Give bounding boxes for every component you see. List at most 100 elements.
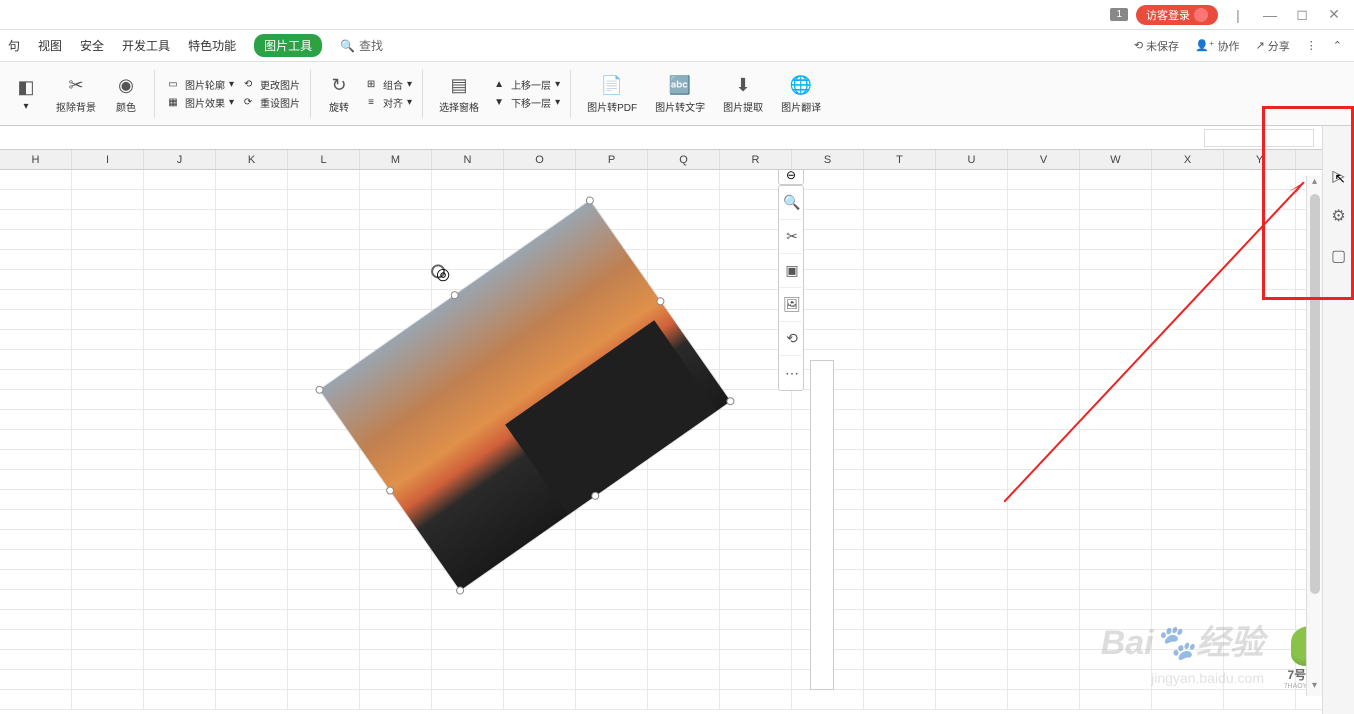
gallery-icon[interactable]: ▢ (1329, 246, 1349, 266)
search-box[interactable]: 🔍 查找 (340, 37, 383, 54)
ribbon-toolbar: ◧▾ ✂抠除背景 ◉颜色 ▭图片轮廓 ▾ ▦图片效果 ▾ ⟲更改图片 ⟳重设图片… (0, 62, 1354, 126)
scroll-thumb[interactable] (1310, 194, 1320, 594)
minimize-button[interactable]: — (1258, 3, 1282, 27)
settings-slider-icon[interactable]: ⚙ (1329, 206, 1349, 226)
col-header[interactable]: P (576, 150, 648, 169)
collapse-ribbon-icon[interactable]: ⌃ (1333, 39, 1342, 52)
bring-forward-tool[interactable]: ▲上移一层 ▾ (491, 77, 560, 93)
column-headers: H I J K L M N O P Q R S T U V W X Y (0, 150, 1354, 170)
col-header[interactable]: M (360, 150, 432, 169)
pic-to-pdf-tool[interactable]: 📄图片转PDF (581, 71, 643, 116)
selection-pane-tool[interactable]: ▤选择窗格 (433, 71, 485, 116)
scroll-down-icon[interactable]: ▾ (1307, 680, 1322, 696)
col-header[interactable]: X (1152, 150, 1224, 169)
change-pic-tool[interactable]: ⟲更改图片 (240, 77, 300, 93)
formula-input[interactable] (1204, 129, 1314, 147)
more-tools-icon[interactable]: ⋯ (779, 356, 805, 390)
col-header[interactable]: W (1080, 150, 1152, 169)
tab-count-badge: 1 (1110, 8, 1128, 21)
search-icon: 🔍 (340, 39, 355, 53)
ocr-icon: 🔤 (668, 73, 692, 97)
col-header[interactable]: U (936, 150, 1008, 169)
col-header[interactable]: Q (648, 150, 720, 169)
effect-icon: ▦ (165, 95, 181, 111)
spreadsheet-grid[interactable]: document.write(Array.from({length:27},()… (0, 170, 1354, 714)
col-header[interactable]: V (1008, 150, 1080, 169)
select-tool-icon[interactable]: ▣ (779, 254, 805, 288)
image-float-toolbar: 🔍 ✂ ▣ 🖼 ⟲ ⋯ (778, 185, 804, 391)
extract-icon: ⬇ (731, 73, 755, 97)
col-header[interactable]: I (72, 150, 144, 169)
translate-icon: 🌐 (789, 73, 813, 97)
align-icon: ≡ (363, 95, 379, 111)
col-header[interactable]: T (864, 150, 936, 169)
image-side-panel[interactable] (810, 360, 834, 690)
effect-tool[interactable]: ▦图片效果 ▾ (165, 95, 234, 111)
formula-bar (0, 126, 1354, 150)
send-backward-tool[interactable]: ▼下移一层 ▾ (491, 95, 560, 111)
col-header[interactable]: R (720, 150, 792, 169)
inserted-image[interactable]: ◎ (310, 180, 740, 610)
col-header[interactable]: K (216, 150, 288, 169)
scroll-up-icon[interactable]: ▴ (1307, 176, 1322, 192)
right-side-panel: ▷ ⚙ ▢ (1322, 126, 1354, 714)
reset-pic-tool[interactable]: ⟳重设图片 (240, 95, 300, 111)
pic-extract-tool[interactable]: ⬇图片提取 (717, 71, 769, 116)
zoom-tool-icon[interactable]: 🔍 (779, 186, 805, 220)
col-header[interactable]: L (288, 150, 360, 169)
more-icon[interactable]: ⋮ (1306, 39, 1317, 52)
replace-tool-icon[interactable]: 🖼 (779, 288, 805, 322)
change-icon: ⟲ (240, 77, 256, 93)
pic-to-text-tool[interactable]: 🔤图片转文字 (649, 71, 711, 116)
crop-tool[interactable]: ◧▾ (8, 73, 44, 114)
maximize-button[interactable]: ◻ (1290, 3, 1314, 27)
menu-prev[interactable]: 句 (8, 37, 20, 54)
share-button[interactable]: ↗ 分享 (1256, 38, 1290, 54)
remove-bg-icon: ✂ (64, 73, 88, 97)
rotation-handle[interactable]: ◎ (428, 261, 447, 280)
menu-bar: 句 视图 安全 开发工具 特色功能 图片工具 🔍 查找 ⟲ 未保存 👤⁺ 协作 … (0, 30, 1354, 62)
forward-icon: ▲ (491, 77, 507, 93)
col-header[interactable]: J (144, 150, 216, 169)
col-header[interactable]: H (0, 150, 72, 169)
avatar-icon (1194, 8, 1208, 22)
title-bar: 1 访客登录 | — ◻ ✕ (0, 0, 1354, 30)
outline-icon: ▭ (165, 77, 181, 93)
image-content: ◎ (320, 200, 731, 590)
col-header[interactable]: S (792, 150, 864, 169)
remove-bg-tool[interactable]: ✂抠除背景 (50, 71, 102, 116)
rotate-tool[interactable]: ↻旋转 (321, 71, 357, 116)
watermark-baidu: Bai🐾经验 (1101, 615, 1264, 664)
unsaved-indicator[interactable]: ⟲ 未保存 (1134, 38, 1179, 54)
collapse-float-toolbar[interactable]: ⊖ (778, 170, 804, 185)
collab-button[interactable]: 👤⁺ 协作 (1195, 38, 1240, 54)
rotate-icon: ↻ (327, 73, 351, 97)
pane-icon: ▤ (447, 73, 471, 97)
watermark-url: jingyan.baidu.com (1151, 670, 1264, 686)
color-tool[interactable]: ◉颜色 (108, 71, 144, 116)
divider-icon: | (1226, 3, 1250, 27)
menu-security[interactable]: 安全 (80, 37, 104, 54)
menu-view[interactable]: 视图 (38, 37, 62, 54)
pic-translate-tool[interactable]: 🌐图片翻译 (775, 71, 827, 116)
col-header[interactable]: O (504, 150, 576, 169)
backward-icon: ▼ (491, 95, 507, 111)
group-tool[interactable]: ⊞组合 ▾ (363, 77, 412, 93)
menu-features[interactable]: 特色功能 (188, 37, 236, 54)
col-header[interactable]: Y (1224, 150, 1296, 169)
pdf-icon: 📄 (600, 73, 624, 97)
crop-tool-icon[interactable]: ✂ (779, 220, 805, 254)
group-icon: ⊞ (363, 77, 379, 93)
color-icon: ◉ (114, 73, 138, 97)
align-tool[interactable]: ≡对齐 ▾ (363, 95, 412, 111)
crop-icon: ◧ (14, 75, 38, 99)
vertical-scrollbar[interactable]: ▴ ▾ (1306, 176, 1322, 696)
outline-tool[interactable]: ▭图片轮廓 ▾ (165, 77, 234, 93)
col-header[interactable]: N (432, 150, 504, 169)
menu-dev-tools[interactable]: 开发工具 (122, 37, 170, 54)
reset-icon: ⟳ (240, 95, 256, 111)
close-button[interactable]: ✕ (1322, 3, 1346, 27)
rotate-tool-icon[interactable]: ⟲ (779, 322, 805, 356)
guest-login-button[interactable]: 访客登录 (1136, 5, 1218, 25)
menu-picture-tools[interactable]: 图片工具 (254, 34, 322, 57)
